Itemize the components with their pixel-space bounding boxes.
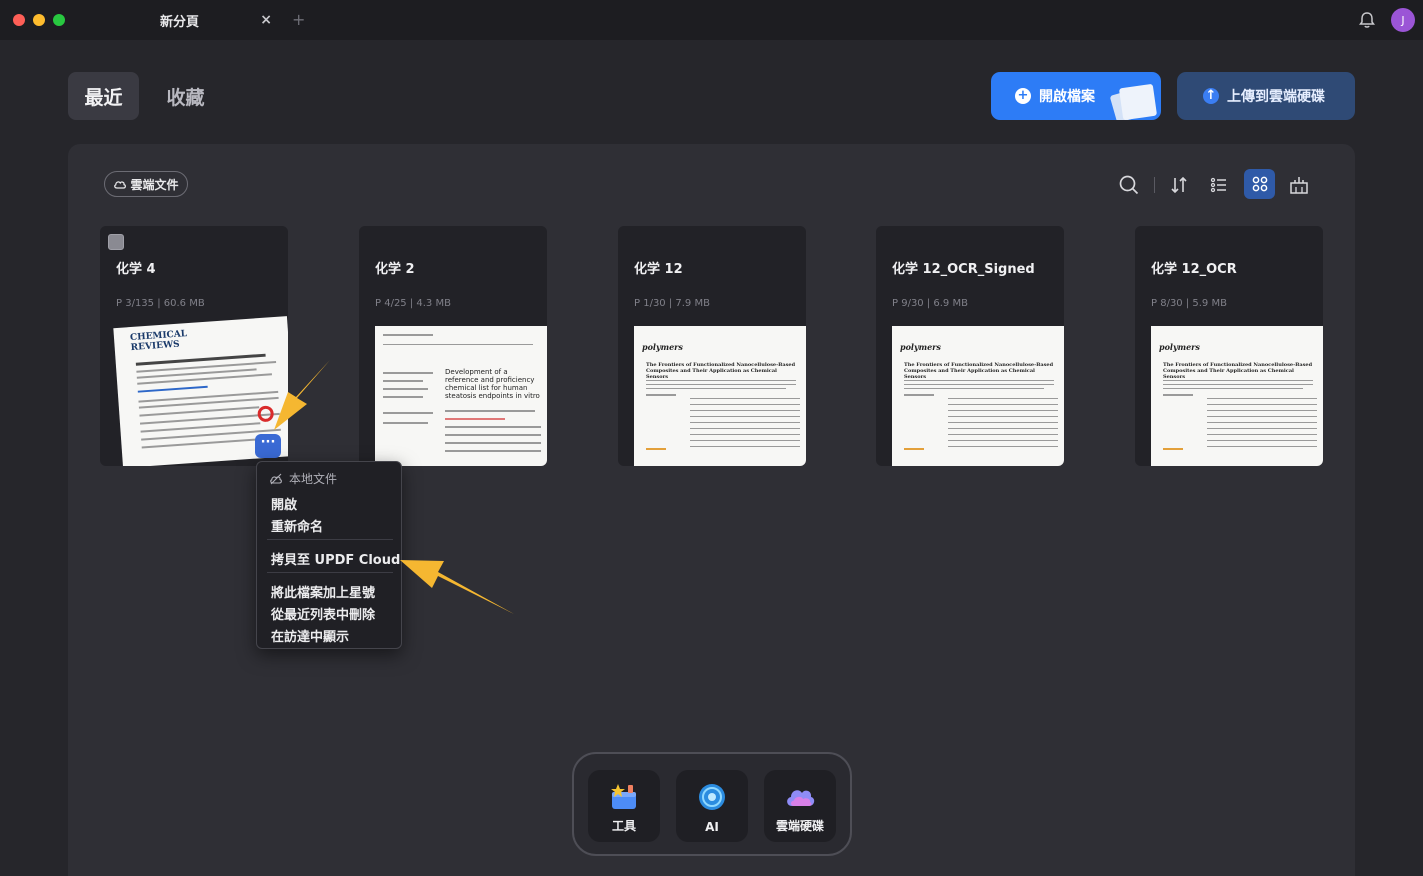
upload-arrow-icon: ↑ [1203,88,1219,104]
menu-item-show-in-finder[interactable]: 在訪達中顯示 [271,626,349,645]
document-illustration-icon [1118,83,1158,120]
sort-icon [1171,176,1187,194]
file-meta: P 9/30 | 6.9 MB [892,298,968,309]
journal-logo: CHEMICAL REVIEWS [129,329,188,354]
file-name: 化学 12_OCR_Signed [892,262,1035,277]
title-bar: 新分頁 × + J [0,0,1423,40]
file-thumbnail: Development of a reference and proficien… [375,326,547,466]
file-card[interactable]: 化学 12_OCR_Signed P 9/30 | 6.9 MB polymer… [876,226,1064,466]
grid-view-icon [1252,176,1267,192]
document-title: The Frontiers of Functionalized Nanocell… [1163,362,1313,380]
add-tab-icon[interactable]: + [292,10,305,29]
upload-cloud-button[interactable]: ↑ 上傳到雲端硬碟 [1177,72,1355,120]
open-file-button[interactable]: + 開啟檔案 [991,72,1161,120]
menu-item-star[interactable]: 將此檔案加上星號 [271,582,375,601]
upload-cloud-label: 上傳到雲端硬碟 [1227,89,1325,105]
menu-header-label: 本地文件 [289,472,338,486]
dock-tools-button[interactable]: 工具 [588,770,660,842]
cloud-off-icon [270,473,282,484]
file-meta: P 8/30 | 5.9 MB [1151,298,1227,309]
file-name: 化学 12_OCR [1151,262,1237,277]
grid-view-button[interactable] [1244,169,1275,199]
file-context-menu: 本地文件 開啟 重新命名 拷貝至 UPDF Cloud 將此檔案加上星號 從最近… [256,461,402,649]
cloud-docs-label: 雲端文件 [130,177,179,192]
minimize-window-button[interactable] [33,14,45,26]
plus-icon: + [1015,88,1031,104]
list-view-button[interactable] [1204,171,1234,199]
search-button[interactable] [1114,171,1144,199]
tab-title: 新分頁 [160,14,200,30]
more-options-button[interactable]: ··· [255,434,281,458]
file-meta: P 3/135 | 60.6 MB [116,298,205,309]
file-thumbnail: polymers The Frontiers of Functionalized… [634,326,806,466]
cloud-drive-icon [787,790,815,806]
file-meta: P 1/30 | 7.9 MB [634,298,710,309]
ai-assistant-icon [699,784,725,810]
clear-button[interactable] [1284,171,1314,199]
file-name: 化学 4 [116,262,156,277]
tab-close-icon[interactable]: × [260,12,272,28]
journal-logo: polymers [900,342,941,352]
file-card[interactable]: 化学 2 P 4/25 | 4.3 MB Development of a re… [359,226,547,466]
tab-favorites[interactable]: 收藏 [150,72,221,120]
cloud-docs-filter[interactable]: 雲端文件 [104,171,188,197]
bottom-dock: 工具 AI 雲端硬碟 [572,752,852,856]
zoom-window-button[interactable] [53,14,65,26]
menu-item-open[interactable]: 開啟 [271,494,297,513]
file-card[interactable]: 化学 12 P 1/30 | 7.9 MB polymers The Front… [618,226,806,466]
dock-ai-label: AI [705,820,719,834]
file-card[interactable]: 化学 12_OCR P 8/30 | 5.9 MB polymers The F… [1135,226,1323,466]
clear-icon [1290,177,1308,194]
menu-divider [267,539,393,540]
select-checkbox[interactable] [108,234,124,250]
file-meta: P 4/25 | 4.3 MB [375,298,451,309]
dock-cloud-drive-label: 雲端硬碟 [775,819,824,833]
document-title: The Frontiers of Functionalized Nanocell… [646,362,796,380]
close-window-button[interactable] [13,14,25,26]
file-card[interactable]: 化学 4 P 3/135 | 60.6 MB CHEMICAL REVIEWS [100,226,288,466]
tab-recent[interactable]: 最近 [68,72,139,120]
journal-logo: polymers [642,342,683,352]
menu-item-rename[interactable]: 重新命名 [271,516,323,535]
tab-new-tab[interactable]: 新分頁 × [140,6,280,34]
list-view-icon [1210,177,1226,193]
sort-button[interactable] [1164,171,1194,199]
document-title: The Frontiers of Functionalized Nanocell… [904,362,1054,380]
menu-header: 本地文件 [269,470,337,487]
avatar[interactable]: J [1391,8,1415,32]
file-name: 化学 12 [634,262,683,277]
file-thumbnail: polymers The Frontiers of Functionalized… [1151,326,1323,466]
file-thumbnail: polymers The Frontiers of Functionalized… [892,326,1064,466]
journal-logo: polymers [1159,342,1200,352]
dock-tools-label: 工具 [611,819,636,833]
toolbox-icon [611,784,636,809]
cloud-icon [114,181,127,189]
file-name: 化学 2 [375,262,415,277]
open-file-label: 開啟檔案 [1039,89,1095,105]
menu-divider [267,572,393,573]
menu-item-copy-to-cloud[interactable]: 拷貝至 UPDF Cloud [271,549,400,568]
bell-icon[interactable] [1357,10,1377,30]
search-icon [1119,175,1139,195]
dock-cloud-drive-button[interactable]: 雲端硬碟 [764,770,836,842]
toolbar-divider [1154,177,1155,193]
document-title: Development of a reference and proficien… [445,368,540,400]
menu-item-remove-recent[interactable]: 從最近列表中刪除 [271,604,375,623]
dock-ai-button[interactable]: AI [676,770,748,842]
